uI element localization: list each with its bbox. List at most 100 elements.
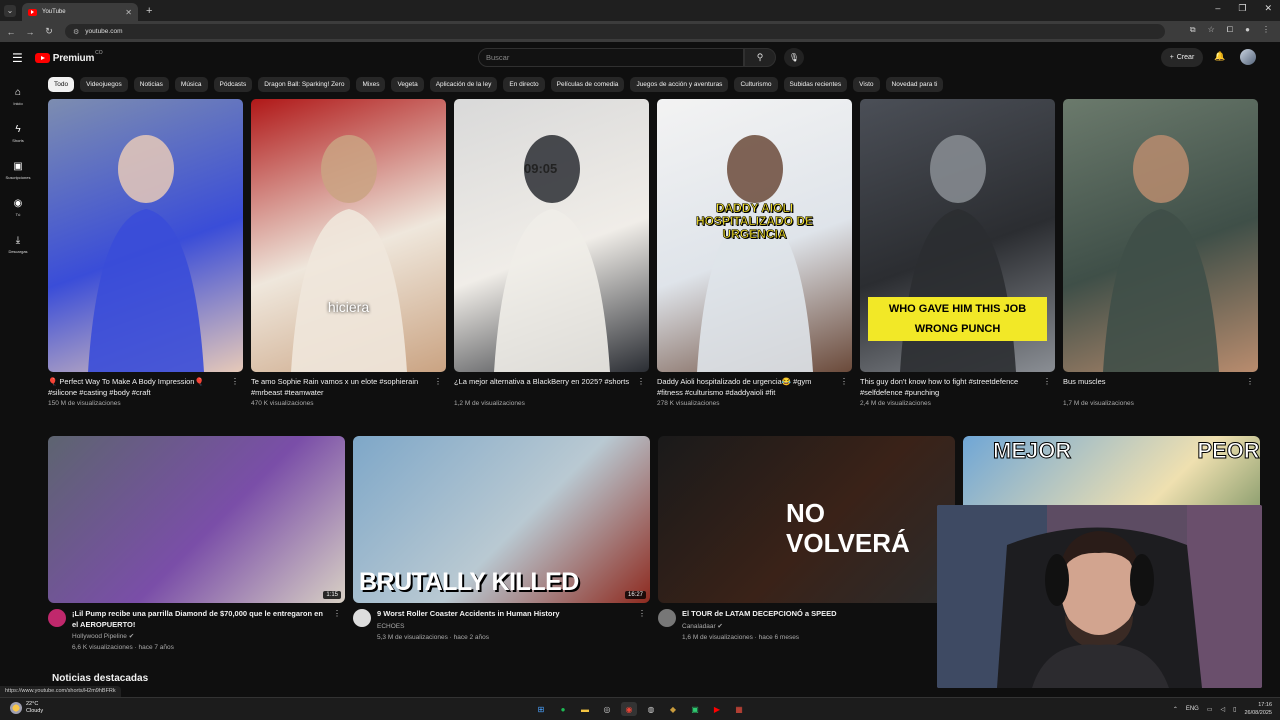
short-title[interactable]: ¿La mejor alternativa a BlackBerry en 20… xyxy=(454,377,649,398)
game-launcher-icon[interactable]: ◆ xyxy=(665,702,681,716)
more-actions-icon[interactable]: ⋮ xyxy=(1246,377,1254,388)
maximize-icon[interactable]: ❐ xyxy=(1238,3,1246,14)
more-actions-icon[interactable]: ⋮ xyxy=(840,377,848,388)
chrome-icon[interactable]: ◉ xyxy=(621,702,637,716)
weather-widget[interactable]: 22°C Cloudy xyxy=(10,701,43,715)
close-tab-icon[interactable]: ✕ xyxy=(125,8,132,17)
forward-icon[interactable]: → xyxy=(22,27,38,37)
short-thumbnail[interactable] xyxy=(1063,99,1258,372)
search-input[interactable]: Buscar xyxy=(478,48,744,67)
filter-chip[interactable]: Películas de comedia xyxy=(550,77,625,92)
open-in-app-icon[interactable]: ⧉ xyxy=(1190,25,1196,35)
battery-icon[interactable]: ▯ xyxy=(1233,706,1236,713)
youtube-app-icon[interactable]: ▶ xyxy=(709,702,725,716)
start-windows-icon[interactable]: ⊞ xyxy=(533,702,549,716)
notifications-bell-icon[interactable]: 🔔 xyxy=(1214,51,1225,62)
back-icon[interactable]: ← xyxy=(3,27,19,37)
short-title[interactable]: Bus muscles ⋮ xyxy=(1063,377,1258,398)
sidebar-item-you[interactable]: ◉ Tú xyxy=(0,189,36,226)
short-card[interactable]: 🎈 Perfect Way To Make A Body Impression🎈… xyxy=(48,99,243,407)
short-card[interactable]: hiciera Te amo Sophie Rain vamos x un elo… xyxy=(251,99,446,407)
create-button[interactable]: + Crear xyxy=(1161,48,1203,67)
filter-chip[interactable]: Novedad para ti xyxy=(885,77,944,92)
tray-chevron-icon[interactable]: ⌃ xyxy=(1173,706,1178,713)
filter-chip[interactable]: Culturismo xyxy=(734,77,778,92)
account-avatar[interactable] xyxy=(1240,49,1256,65)
filter-chip[interactable]: Visto xyxy=(853,77,880,92)
youtube-premium-logo[interactable]: Premium CO xyxy=(34,50,103,64)
more-actions-icon[interactable]: ⋮ xyxy=(637,377,645,388)
short-title[interactable]: 🎈 Perfect Way To Make A Body Impression🎈… xyxy=(48,377,243,398)
more-actions-icon[interactable]: ⋮ xyxy=(231,377,239,388)
sidebar-item-subscriptions[interactable]: ▣ Suscripciones xyxy=(0,152,36,189)
channel-avatar[interactable] xyxy=(658,609,676,627)
short-thumbnail[interactable] xyxy=(48,99,243,372)
more-actions-icon[interactable]: ⋮ xyxy=(638,609,646,618)
short-title-text[interactable]: 🎈 Perfect Way To Make A Body Impression🎈… xyxy=(48,377,204,397)
filter-chip[interactable]: Dragon Ball: Sparking! Zero xyxy=(258,77,351,92)
channel-name[interactable]: Canaladaar ✔ xyxy=(682,622,955,631)
filter-chip[interactable]: Aplicación de la ley xyxy=(429,77,498,92)
spotify-icon[interactable]: ● xyxy=(555,702,571,716)
video-card[interactable]: NO VOLVERÁ El TOUR de LATAM DECEPCIONÓ a … xyxy=(658,436,955,652)
filter-chip[interactable]: En directo xyxy=(503,77,545,92)
short-card[interactable]: 09:05 ¿La mejor alternativa a BlackBerry … xyxy=(454,99,649,407)
short-title-text[interactable]: Te amo Sophie Rain vamos x un elote #sop… xyxy=(251,377,418,397)
url-field[interactable]: ⚙ youtube.com xyxy=(65,24,1165,39)
short-card[interactable]: DADDY AIOLI HOSPITALIZADO DE URGENCIA Dad… xyxy=(657,99,852,407)
video-thumbnail[interactable]: 1:15 xyxy=(48,436,345,603)
volume-icon[interactable]: ◁ xyxy=(1221,706,1226,713)
store-icon[interactable]: ▣ xyxy=(687,702,703,716)
short-thumbnail[interactable]: 09:05 xyxy=(454,99,649,372)
sidebar-item-download[interactable]: ⤓ Descargas xyxy=(0,226,36,263)
file-explorer-icon[interactable]: ▬ xyxy=(577,702,593,716)
calendar-app-icon[interactable]: ▦ xyxy=(731,702,747,716)
short-title[interactable]: Te amo Sophie Rain vamos x un elote #sop… xyxy=(251,377,446,398)
search-button[interactable]: ⚲ xyxy=(744,48,776,67)
short-card[interactable]: Bus muscles ⋮ 1,7 M de visualizaciones xyxy=(1063,99,1258,407)
filter-chip[interactable]: Todo xyxy=(48,77,75,92)
channel-name[interactable]: ECHOES xyxy=(377,622,650,631)
more-actions-icon[interactable]: ⋮ xyxy=(333,609,341,618)
filter-chip[interactable]: Videojuegos xyxy=(80,77,128,92)
video-title[interactable]: El TOUR de LATAM DECEPCIONÓ a SPEED xyxy=(682,609,955,620)
channel-avatar[interactable] xyxy=(353,609,371,627)
close-window-icon[interactable]: ✕ xyxy=(1264,3,1272,14)
short-thumbnail[interactable]: DADDY AIOLI HOSPITALIZADO DE URGENCIA xyxy=(657,99,852,372)
video-card[interactable]: BRUTALLY KILLED 16:27 9 Worst Roller Coast… xyxy=(353,436,650,652)
new-tab-icon[interactable]: + xyxy=(146,5,152,17)
minimize-icon[interactable]: – xyxy=(1215,3,1220,14)
short-title[interactable]: This guy don't know how to fight #street… xyxy=(860,377,1055,398)
browser-tab[interactable]: YouTube ✕ xyxy=(22,3,138,21)
short-title-text[interactable]: Bus muscles xyxy=(1063,377,1106,386)
video-thumbnail[interactable]: NO VOLVERÁ xyxy=(658,436,955,603)
menu-dots-icon[interactable]: ⋮ xyxy=(1262,25,1270,35)
short-thumbnail[interactable]: WHO GAVE HIM THIS JOB WRONG PUNCH xyxy=(860,99,1055,372)
language-indicator[interactable]: ENG xyxy=(1186,706,1199,712)
sidebar-item-shorts[interactable]: ϟ Shorts xyxy=(0,115,36,152)
video-thumbnail[interactable]: BRUTALLY KILLED 16:27 xyxy=(353,436,650,603)
video-title[interactable]: 9 Worst Roller Coaster Accidents in Huma… xyxy=(377,609,650,620)
short-title-text[interactable]: ¿La mejor alternativa a BlackBerry en 20… xyxy=(454,377,629,386)
hamburger-menu-icon[interactable]: ☰ xyxy=(12,51,23,65)
more-actions-icon[interactable]: ⋮ xyxy=(434,377,442,388)
filter-chip[interactable]: Juegos de acción y aventuras xyxy=(630,77,729,92)
short-title-text[interactable]: This guy don't know how to fight #street… xyxy=(860,377,1018,397)
filter-chip[interactable]: Noticias xyxy=(133,77,169,92)
video-title[interactable]: ¡Lil Pump recibe una parrilla Diamond de… xyxy=(72,609,345,630)
reload-icon[interactable]: ↻ xyxy=(41,26,57,37)
extensions-icon[interactable]: ⧠ xyxy=(1227,25,1233,35)
filter-chip[interactable]: Vegeta xyxy=(391,77,424,92)
bookmark-star-icon[interactable]: ☆ xyxy=(1208,25,1215,35)
tab-search-icon[interactable]: ⌄ xyxy=(4,4,16,17)
app-icon[interactable]: ◍ xyxy=(643,702,659,716)
sidebar-item-home[interactable]: ⌂ Inicio xyxy=(0,78,36,115)
steam-icon[interactable]: ◎ xyxy=(599,702,615,716)
network-icon[interactable]: ▭ xyxy=(1207,706,1213,713)
short-card[interactable]: WHO GAVE HIM THIS JOB WRONG PUNCH This gu… xyxy=(860,99,1055,407)
voice-search-button[interactable]: 🎙 xyxy=(784,48,804,67)
channel-name[interactable]: Hollywood Pipeline ✔ xyxy=(72,632,345,641)
short-thumbnail[interactable]: hiciera xyxy=(251,99,446,372)
short-title[interactable]: Daddy Aioli hospitalizado de urgencia😂 #… xyxy=(657,377,852,398)
filter-chip[interactable]: Mixes xyxy=(356,77,386,92)
